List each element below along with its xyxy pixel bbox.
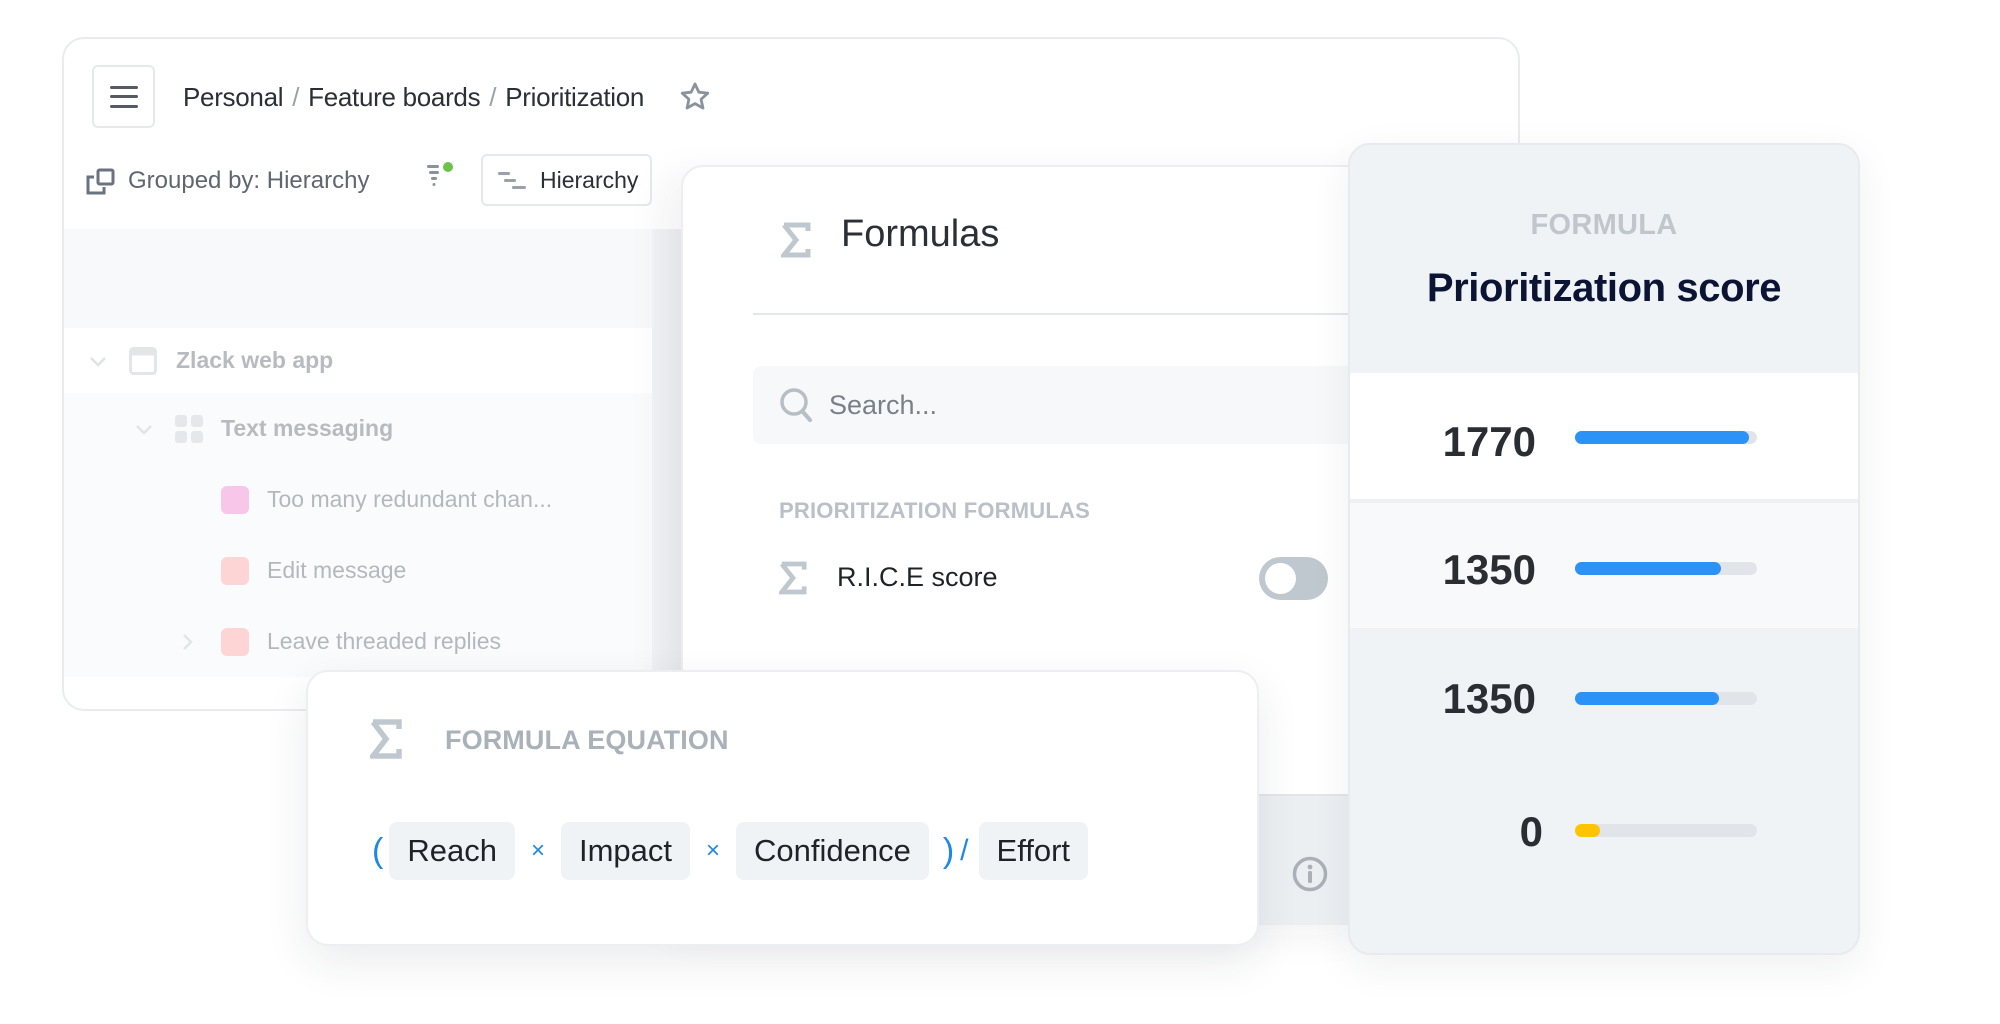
formula-search[interactable]: [753, 366, 1379, 444]
formulas-divider: [753, 313, 1353, 315]
breadcrumb: Personal / Feature boards / Prioritizati…: [183, 79, 644, 115]
hierarchy-icon: [498, 172, 526, 189]
menu-button[interactable]: [92, 65, 155, 128]
divide-operator: /: [960, 834, 969, 867]
feature-color-swatch: [221, 485, 249, 514]
score-row: 1350: [1350, 499, 1858, 628]
multiply-operator: ×: [530, 837, 545, 864]
feature-color-swatch: [221, 627, 249, 656]
open-paren: (: [372, 831, 384, 870]
grouped-by-label[interactable]: Grouped by: Hierarchy: [128, 167, 369, 195]
score-bar: [1575, 824, 1757, 837]
score-card-kicker: FORMULA: [1530, 209, 1678, 241]
breadcrumb-separator: /: [292, 81, 300, 112]
equation-label: FORMULA EQUATION: [445, 725, 729, 755]
term-chip-confidence[interactable]: Confidence: [736, 822, 929, 880]
list-item-label: Zlack web app: [176, 347, 334, 373]
equation: ( Reach × Impact × Confidence ) / Effort: [372, 822, 1089, 880]
score-bar-fill: [1575, 824, 1601, 837]
score-bar-fill: [1575, 431, 1749, 444]
list-item-label: Text messaging: [221, 415, 394, 441]
hamburger-icon: [109, 85, 138, 108]
sigma-icon: [779, 561, 807, 595]
rice-toggle[interactable]: [1259, 557, 1328, 600]
star-icon[interactable]: [678, 80, 712, 114]
list-item[interactable]: Leave threaded replies: [64, 606, 652, 677]
formula-equation-card: FORMULA EQUATION ( Reach × Impact × Conf…: [306, 670, 1259, 946]
score-row: 1350: [1350, 628, 1858, 763]
formulas-title: Formulas: [841, 213, 1000, 255]
term-chip-effort[interactable]: Effort: [978, 822, 1089, 880]
formula-score-card: FORMULA Prioritization score 1770 1350 1…: [1348, 143, 1860, 955]
score-bar: [1575, 562, 1757, 575]
list-item[interactable]: Text messaging: [64, 393, 652, 464]
breadcrumb-separator: /: [489, 81, 497, 112]
score-card-title: Prioritization score: [1426, 266, 1782, 310]
score-bar-fill: [1575, 692, 1719, 705]
search-icon: [780, 388, 812, 422]
active-filter-dot: [443, 162, 453, 172]
score-card-header: FORMULA Prioritization score: [1350, 145, 1858, 373]
list-item[interactable]: Too many redundant chan...: [64, 464, 652, 535]
score-bar: [1575, 431, 1757, 444]
search-input[interactable]: [829, 366, 1349, 444]
score-value: 1350: [1442, 546, 1536, 593]
close-paren: ): [942, 831, 955, 870]
breadcrumb-feature-boards[interactable]: Feature boards: [308, 82, 480, 113]
group-icon: [86, 168, 115, 195]
feature-color-swatch: [221, 556, 249, 585]
score-bar-fill: [1575, 562, 1721, 575]
chevron-down-icon[interactable]: [89, 355, 107, 367]
list-header-row: [64, 229, 652, 328]
score-value: 1350: [1442, 675, 1536, 722]
filter-icon[interactable]: [427, 162, 457, 192]
sigma-icon: [370, 719, 402, 759]
formula-item-rice[interactable]: R.I.C.E score: [779, 555, 1339, 601]
list-item-label: Too many redundant chan...: [267, 486, 553, 512]
chevron-down-icon[interactable]: [135, 423, 153, 435]
hierarchy-button-label: Hierarchy: [540, 166, 639, 193]
term-chip-reach[interactable]: Reach: [389, 822, 515, 880]
multiply-operator: ×: [705, 837, 720, 864]
list-item-label: Edit message: [267, 557, 407, 583]
toggle-knob: [1265, 563, 1296, 594]
info-icon[interactable]: [1292, 856, 1328, 892]
score-value: 1770: [1442, 418, 1536, 465]
product-icon: [129, 346, 157, 375]
score-row: 0: [1350, 763, 1858, 953]
term-chip-impact[interactable]: Impact: [560, 822, 690, 880]
score-bar: [1575, 692, 1757, 705]
list-item[interactable]: Edit message: [64, 535, 652, 606]
breadcrumb-personal[interactable]: Personal: [183, 82, 284, 113]
score-row: 1770: [1350, 373, 1858, 499]
hierarchy-list: Zlack web app Text messaging Too many re…: [64, 328, 652, 677]
formula-item-label: R.I.C.E score: [837, 562, 998, 592]
breadcrumb-prioritization[interactable]: Prioritization: [505, 82, 644, 113]
component-icon: [175, 414, 203, 443]
chevron-right-icon[interactable]: [181, 633, 193, 651]
list-item[interactable]: Zlack web app: [64, 328, 652, 393]
score-value: 0: [1519, 808, 1543, 855]
list-item-label: Leave threaded replies: [267, 628, 501, 654]
section-label: PRIORITIZATION FORMULAS: [779, 498, 1090, 523]
sigma-icon: [781, 222, 811, 258]
hierarchy-button[interactable]: Hierarchy: [481, 154, 652, 206]
